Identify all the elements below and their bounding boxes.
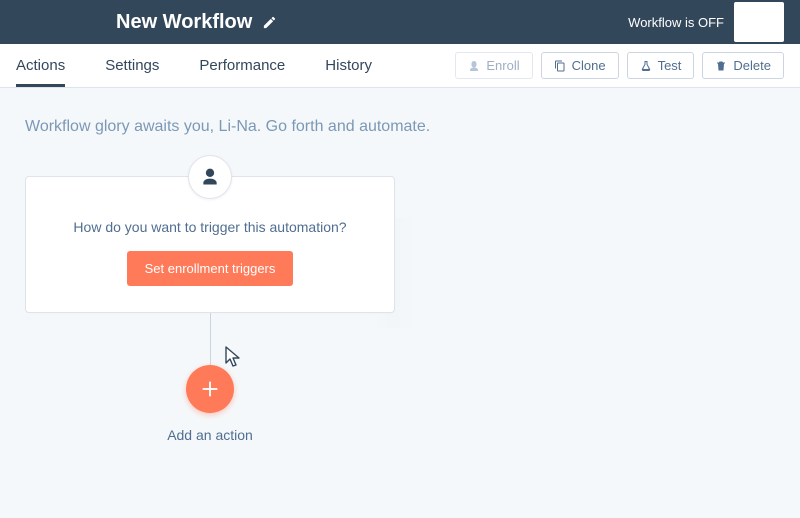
workflow-status-label: Workflow is OFF xyxy=(628,15,724,30)
clone-icon xyxy=(554,60,566,72)
clone-button[interactable]: Clone xyxy=(541,52,619,79)
enroll-button[interactable]: Enroll xyxy=(455,52,532,79)
tab-bar: Actions Settings Performance History Enr… xyxy=(0,44,800,88)
add-action-button[interactable] xyxy=(186,365,234,413)
test-button[interactable]: Test xyxy=(627,52,695,79)
trigger-card[interactable]: How do you want to trigger this automati… xyxy=(25,176,395,313)
top-bar: New Workflow Workflow is OFF xyxy=(0,0,800,44)
tab-actions[interactable]: Actions xyxy=(16,44,65,87)
person-icon xyxy=(188,155,232,199)
toolbar-buttons: Enroll Clone Test Delete xyxy=(455,44,784,87)
tab-label: Performance xyxy=(199,57,285,74)
trigger-area: How do you want to trigger this automati… xyxy=(25,176,395,443)
delete-button[interactable]: Delete xyxy=(702,52,784,79)
intro-text: Workflow glory awaits you, Li-Na. Go for… xyxy=(25,118,750,136)
button-label: Delete xyxy=(733,59,771,72)
tab-label: Actions xyxy=(16,57,65,74)
delete-icon xyxy=(715,60,727,72)
tab-settings[interactable]: Settings xyxy=(105,44,159,87)
tab-history[interactable]: History xyxy=(325,44,372,87)
workflow-title: New Workflow xyxy=(116,11,252,34)
set-enrollment-triggers-button[interactable]: Set enrollment triggers xyxy=(127,251,294,286)
tab-label: History xyxy=(325,57,372,74)
add-action-label: Add an action xyxy=(25,427,395,443)
trigger-question: How do you want to trigger this automati… xyxy=(50,219,370,235)
button-label: Set enrollment triggers xyxy=(145,261,276,276)
edit-title-icon[interactable] xyxy=(262,15,277,30)
workflow-toggle[interactable] xyxy=(734,2,784,42)
enroll-icon xyxy=(468,60,480,72)
button-label: Clone xyxy=(572,59,606,72)
workflow-canvas: Workflow glory awaits you, Li-Na. Go for… xyxy=(0,88,800,518)
tabs: Actions Settings Performance History xyxy=(16,44,372,87)
button-label: Test xyxy=(658,59,682,72)
button-label: Enroll xyxy=(486,59,519,72)
tab-performance[interactable]: Performance xyxy=(199,44,285,87)
connector-line xyxy=(210,313,211,365)
topbar-left: New Workflow xyxy=(116,11,277,34)
tab-label: Settings xyxy=(105,57,159,74)
topbar-right: Workflow is OFF xyxy=(628,2,784,42)
test-icon xyxy=(640,60,652,72)
